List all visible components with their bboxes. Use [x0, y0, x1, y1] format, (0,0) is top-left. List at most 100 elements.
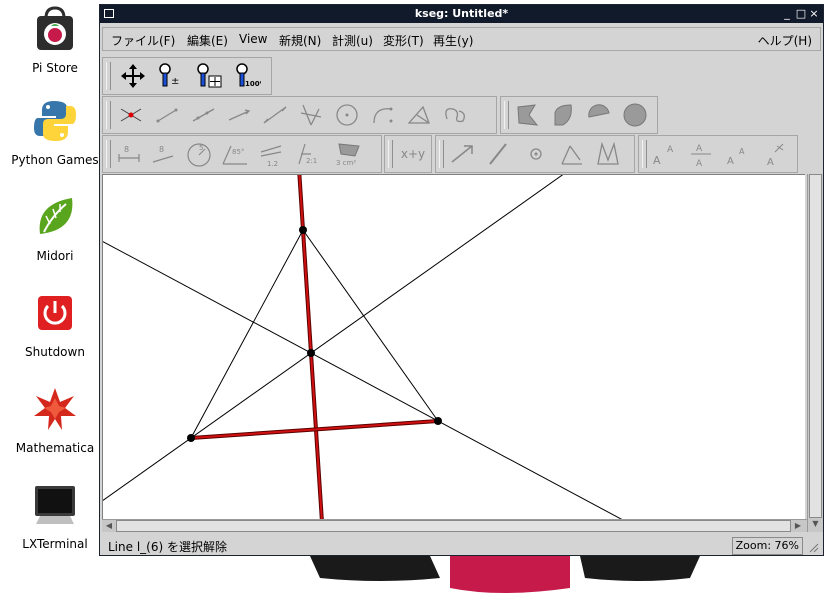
length-measure-button[interactable]: 8 [147, 138, 179, 170]
point-orthocenter[interactable] [307, 349, 315, 357]
rotate-icon [489, 143, 507, 165]
angle-measure-button[interactable]: 85° [219, 138, 251, 170]
desktop-icon-shutdown[interactable]: Shutdown [5, 290, 105, 359]
slope-icon: 1.2 [260, 145, 282, 168]
curve-tool-button[interactable] [439, 99, 471, 131]
angle-icon: 85° [222, 145, 247, 165]
perpendicular-tool-button[interactable] [259, 99, 291, 131]
toolbar-grip[interactable] [106, 140, 111, 168]
triangle-side-ab[interactable] [190, 229, 304, 439]
ratio-measure-button[interactable]: 2:1 [291, 138, 323, 170]
menu-transform[interactable]: 変形(T) [383, 32, 424, 49]
zoom-100-button[interactable]: 100% [231, 60, 263, 92]
drawing-canvas[interactable] [102, 174, 806, 520]
pi-store-icon [37, 6, 73, 50]
curve-loop-icon [445, 108, 465, 123]
rotate-button[interactable] [482, 138, 514, 170]
reflect-button[interactable] [556, 138, 588, 170]
toolbar-group-zoom: ± 100% [102, 57, 272, 95]
polygon-fill-button[interactable] [511, 99, 543, 131]
line-tool-button[interactable] [223, 99, 255, 131]
translate-arrow-icon [451, 145, 473, 163]
title-bar[interactable]: kseg: Untitled* _ □ × [100, 5, 823, 23]
length-label: 8 [159, 145, 164, 154]
menu-view[interactable]: View [239, 32, 267, 46]
locus-tool-button[interactable] [403, 99, 435, 131]
zoom-fit-icon [197, 63, 222, 88]
radius-measure-button[interactable]: 5 [183, 138, 215, 170]
desktop-icon-mathematica[interactable]: Mathematica [5, 386, 105, 455]
intersection-tool-button[interactable] [115, 99, 147, 131]
move-tool-button[interactable] [117, 60, 149, 92]
menu-edit[interactable]: 編集(E) [187, 32, 228, 49]
fraction-text-button[interactable]: AA [685, 138, 717, 170]
menu-play[interactable]: 再生(y) [433, 32, 473, 49]
altitude-line-from-b[interactable] [103, 175, 671, 515]
menu-help[interactable]: ヘルプ(H) [758, 32, 812, 49]
minimize-button[interactable]: _ [781, 7, 793, 20]
locus-icon [407, 105, 430, 124]
status-message: Line l_(6) を選択解除 [108, 540, 227, 554]
exponent-text-button[interactable]: AA [721, 138, 753, 170]
circle-segment-fill-button[interactable] [583, 99, 615, 131]
toolbar-group-transform [435, 135, 635, 173]
calculate-button[interactable]: x+y [395, 138, 431, 170]
text-superscript-icon: AA [727, 147, 745, 167]
point-b[interactable] [187, 434, 195, 442]
iterate-icon [597, 141, 619, 165]
zoom-fit-button[interactable] [193, 60, 225, 92]
toolbar-grip[interactable] [439, 140, 444, 168]
geometry-drawing[interactable] [103, 175, 806, 520]
ray-tool-button[interactable] [187, 99, 219, 131]
distance-icon: 8 [118, 145, 140, 162]
vertical-scroll-thumb[interactable] [809, 174, 822, 518]
segment-icon [156, 108, 178, 123]
distance-measure-button[interactable]: 8 [113, 138, 145, 170]
area-measure-button[interactable]: 3 cm² [333, 138, 365, 170]
altitude-line-from-c[interactable] [103, 231, 641, 520]
maximize-button[interactable]: □ [795, 7, 807, 20]
desktop-icon-python-games[interactable]: Python Games [5, 98, 105, 167]
segment-tool-button[interactable] [151, 99, 183, 131]
menu-file[interactable]: ファイル(F) [111, 32, 175, 49]
desktop-icon-midori[interactable]: Midori [5, 194, 105, 263]
svg-text:A: A [727, 156, 734, 167]
horizontal-scroll-thumb[interactable] [116, 520, 791, 532]
translate-button[interactable] [446, 138, 478, 170]
scroll-right-arrow-icon[interactable]: ▶ [792, 520, 804, 532]
desktop-icon-lxterminal[interactable]: LXTerminal [5, 482, 105, 551]
arc-sector-fill-button[interactable] [547, 99, 579, 131]
horizontal-scrollbar[interactable]: ◀ ▶ [102, 519, 807, 532]
move-arrows-icon [121, 64, 145, 88]
scroll-down-arrow-icon[interactable]: ▼ [809, 518, 822, 530]
label-text-button[interactable]: AA [649, 138, 681, 170]
triangle-side-ac[interactable] [302, 229, 439, 422]
perpendicular-icon [263, 106, 287, 124]
arc-tool-button[interactable] [367, 99, 399, 131]
caption-text-button[interactable]: A [757, 138, 789, 170]
close-button[interactable]: × [808, 7, 820, 20]
circle-interior-fill-button[interactable] [619, 99, 651, 131]
resize-grip-icon[interactable] [809, 543, 819, 553]
point-a[interactable] [299, 226, 307, 234]
zoom-in-out-button[interactable]: ± [153, 60, 185, 92]
toolbar-grip[interactable] [388, 140, 393, 168]
desktop-icon-pi-store[interactable]: Pi Store [5, 6, 105, 75]
toolbar-grip[interactable] [106, 101, 111, 129]
svg-text:±: ± [171, 76, 179, 87]
menu-measure[interactable]: 計測(u) [332, 32, 373, 49]
toolbar-grip[interactable] [504, 101, 509, 129]
toolbar-grip[interactable] [106, 62, 111, 90]
scroll-left-arrow-icon[interactable]: ◀ [103, 520, 115, 532]
slope-measure-button[interactable]: 1.2 [255, 138, 287, 170]
mathematica-spikey-icon [34, 388, 76, 430]
iterate-button[interactable] [592, 138, 624, 170]
circle-tool-button[interactable] [331, 99, 363, 131]
menu-new[interactable]: 新規(N) [279, 32, 321, 49]
window-title: kseg: Untitled* [414, 7, 509, 20]
vertical-scrollbar[interactable]: ▼ [807, 174, 823, 532]
point-c[interactable] [434, 417, 442, 425]
bisector-tool-button[interactable] [295, 99, 327, 131]
dilate-button[interactable] [520, 138, 552, 170]
toolbar-grip[interactable] [642, 140, 647, 168]
